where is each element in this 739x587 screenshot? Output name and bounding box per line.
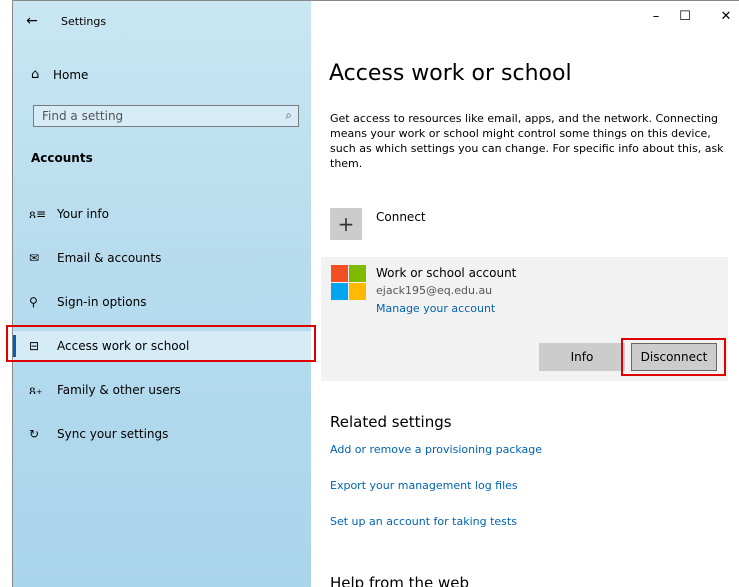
nav-home[interactable]: ⌂ Home	[31, 67, 88, 82]
sidebar-item-sign-in-options[interactable]: ⚲ Sign-in options	[13, 287, 311, 317]
back-arrow-icon[interactable]: ←	[13, 13, 51, 29]
sidebar-item-label: Sync your settings	[57, 427, 169, 441]
sidebar-item-email-accounts[interactable]: ✉ Email & accounts	[13, 243, 311, 273]
sidebar: ← Settings ⌂ Home Find a setting ⌕ Accou…	[13, 1, 311, 587]
sidebar-item-your-info[interactable]: ጸ≡ Your info	[13, 199, 311, 229]
maximize-icon[interactable]: ☐	[668, 9, 702, 24]
related-settings-title: Related settings	[330, 413, 452, 431]
titlebar-left: ← Settings	[13, 1, 311, 41]
key-icon: ⚲	[29, 295, 38, 309]
section-title: Accounts	[31, 151, 93, 165]
search-input[interactable]: Find a setting ⌕	[33, 105, 299, 127]
page-title: Access work or school	[329, 61, 572, 86]
sidebar-item-label: Sign-in options	[57, 295, 147, 309]
sidebar-item-label: Your info	[57, 207, 109, 221]
briefcase-icon: ⊟	[29, 339, 40, 353]
help-from-web-title: Help from the web	[330, 574, 470, 587]
search-icon[interactable]: ⌕	[285, 108, 292, 123]
export-logs-link[interactable]: Export your management log files	[330, 479, 518, 492]
account-card[interactable]: Work or school account ejack195@eq.edu.a…	[321, 257, 728, 381]
home-icon: ⌂	[31, 67, 40, 82]
app-title: Settings	[61, 14, 107, 28]
sidebar-item-family-other-users[interactable]: ጸ₊ Family & other users	[13, 375, 311, 405]
connect-label: Connect	[376, 210, 426, 224]
main-content: – ☐ ✕ Access work or school Get access t…	[311, 1, 739, 587]
sync-icon: ↻	[29, 427, 40, 441]
sidebar-item-sync-settings[interactable]: ↻ Sync your settings	[13, 419, 311, 449]
account-title: Work or school account	[376, 266, 517, 280]
manage-account-link[interactable]: Manage your account	[376, 302, 495, 315]
page-description: Get access to resources like email, apps…	[330, 112, 724, 170]
person-add-icon: ጸ₊	[29, 382, 43, 397]
selection-indicator	[13, 335, 16, 357]
close-icon[interactable]: ✕	[709, 9, 739, 24]
nav-home-label: Home	[53, 67, 89, 82]
account-email: ejack195@eq.edu.au	[376, 284, 493, 297]
test-account-link[interactable]: Set up an account for taking tests	[330, 515, 517, 528]
sidebar-item-access-work-or-school[interactable]: ⊟ Access work or school	[13, 331, 311, 361]
sidebar-item-label: Email & accounts	[57, 251, 162, 265]
sidebar-item-label: Access work or school	[57, 339, 190, 353]
settings-window: ← Settings ⌂ Home Find a setting ⌕ Accou…	[12, 0, 739, 587]
plus-icon: +	[330, 208, 362, 240]
microsoft-logo-icon	[331, 265, 366, 300]
search-placeholder: Find a setting	[42, 109, 124, 123]
sidebar-item-label: Family & other users	[57, 383, 181, 397]
disconnect-button[interactable]: Disconnect	[631, 343, 717, 371]
connect-button[interactable]: + Connect	[330, 208, 426, 240]
provisioning-package-link[interactable]: Add or remove a provisioning package	[330, 443, 542, 456]
mail-icon: ✉	[29, 251, 40, 265]
info-button[interactable]: Info	[539, 343, 625, 371]
person-info-icon: ጸ≡	[29, 206, 47, 221]
